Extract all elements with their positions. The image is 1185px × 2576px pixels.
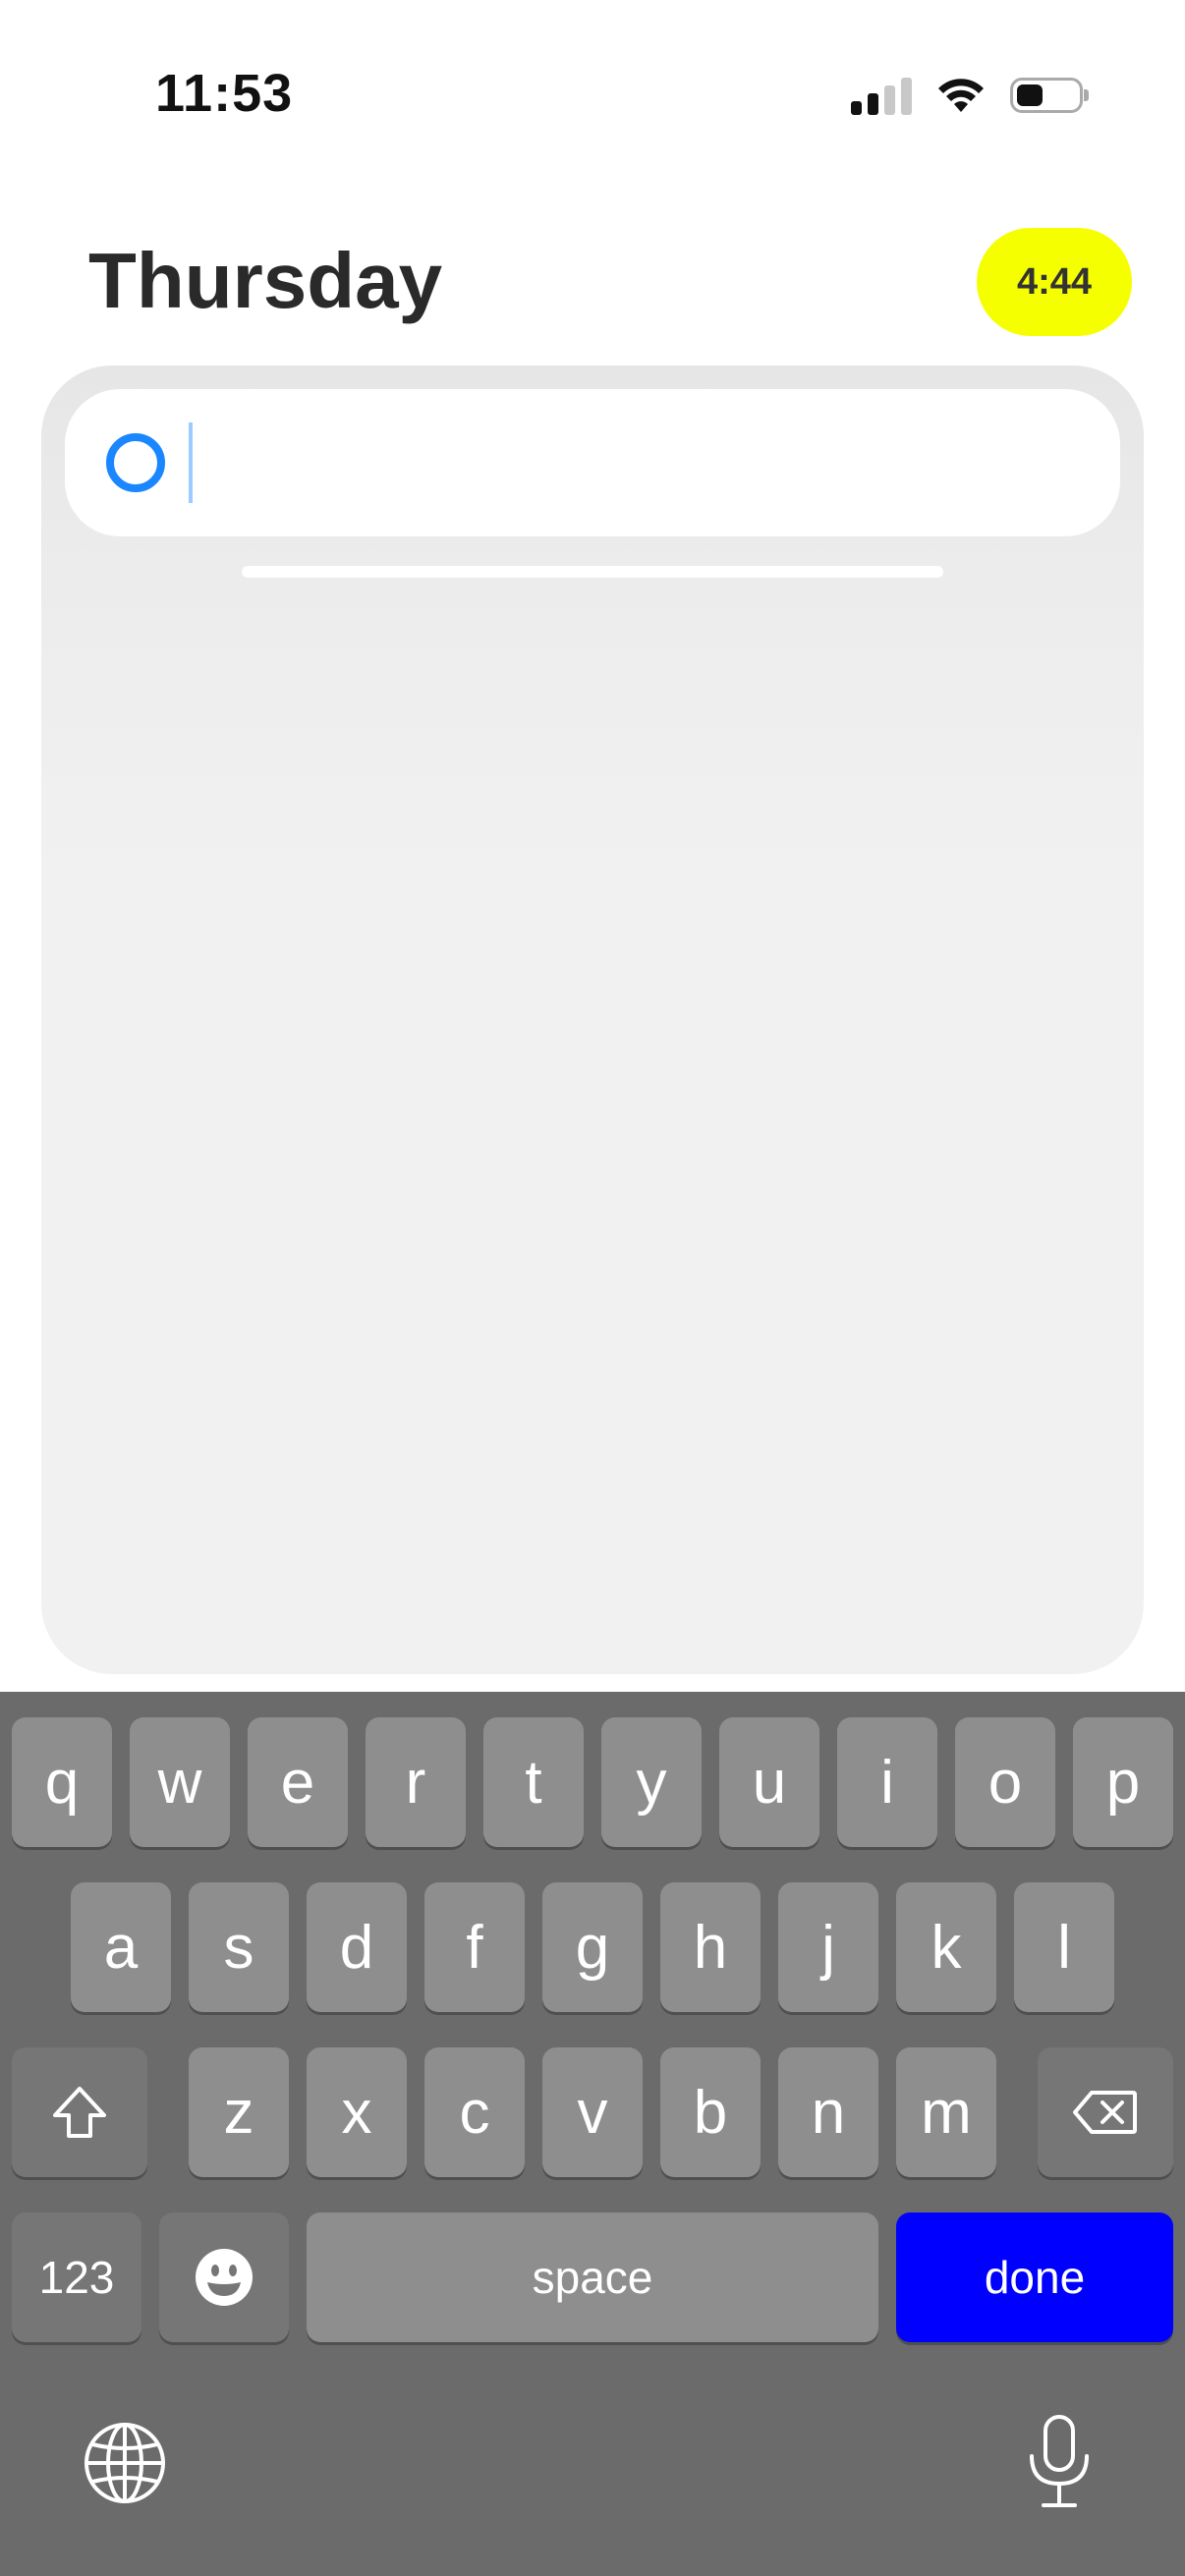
key-r[interactable]: r	[366, 1717, 466, 1847]
globe-icon[interactable]	[83, 2421, 167, 2505]
delete-icon	[1073, 2091, 1137, 2134]
space-key[interactable]: space	[307, 2212, 878, 2342]
key-y[interactable]: y	[601, 1717, 702, 1847]
shift-icon	[53, 2087, 106, 2138]
key-g[interactable]: g	[542, 1882, 643, 2012]
key-o[interactable]: o	[955, 1717, 1055, 1847]
key-e[interactable]: e	[248, 1717, 348, 1847]
key-q[interactable]: q	[12, 1717, 112, 1847]
key-w[interactable]: w	[130, 1717, 230, 1847]
key-i[interactable]: i	[837, 1717, 937, 1847]
key-x[interactable]: x	[307, 2047, 407, 2177]
key-v[interactable]: v	[542, 2047, 643, 2177]
emoji-icon	[196, 2249, 253, 2306]
status-time: 11:53	[155, 64, 294, 123]
battery-icon	[1010, 78, 1089, 113]
key-u[interactable]: u	[719, 1717, 819, 1847]
numbers-key[interactable]: 123	[12, 2212, 141, 2342]
key-p[interactable]: p	[1073, 1717, 1173, 1847]
key-h[interactable]: h	[660, 1882, 761, 2012]
key-j[interactable]: j	[778, 1882, 878, 2012]
task-input-row	[65, 389, 1120, 536]
key-m[interactable]: m	[896, 2047, 996, 2177]
task-card	[41, 365, 1144, 1674]
key-s[interactable]: s	[189, 1882, 289, 2012]
done-key[interactable]: done	[896, 2212, 1173, 2342]
wifi-icon	[938, 79, 984, 112]
shift-key[interactable]	[12, 2047, 147, 2177]
key-c[interactable]: c	[424, 2047, 525, 2177]
status-icons	[851, 71, 1089, 120]
key-b[interactable]: b	[660, 2047, 761, 2177]
key-t[interactable]: t	[483, 1717, 584, 1847]
keyboard: q w e r t y u i o p a s d f g h j k l z …	[0, 1692, 1185, 2576]
key-z[interactable]: z	[189, 2047, 289, 2177]
key-d[interactable]: d	[307, 1882, 407, 2012]
mic-icon[interactable]	[1024, 2413, 1095, 2511]
signal-icon	[851, 76, 912, 115]
page-title: Thursday	[88, 237, 443, 324]
key-a[interactable]: a	[71, 1882, 171, 2012]
key-f[interactable]: f	[424, 1882, 525, 2012]
task-input[interactable]	[189, 422, 1069, 503]
emoji-key[interactable]	[159, 2212, 289, 2342]
key-n[interactable]: n	[778, 2047, 878, 2177]
drag-handle[interactable]	[242, 566, 943, 578]
key-l[interactable]: l	[1014, 1882, 1114, 2012]
key-k[interactable]: k	[896, 1882, 996, 2012]
task-complete-toggle[interactable]	[106, 433, 165, 492]
timer-badge[interactable]: 4:44	[977, 228, 1132, 336]
delete-key[interactable]	[1038, 2047, 1173, 2177]
